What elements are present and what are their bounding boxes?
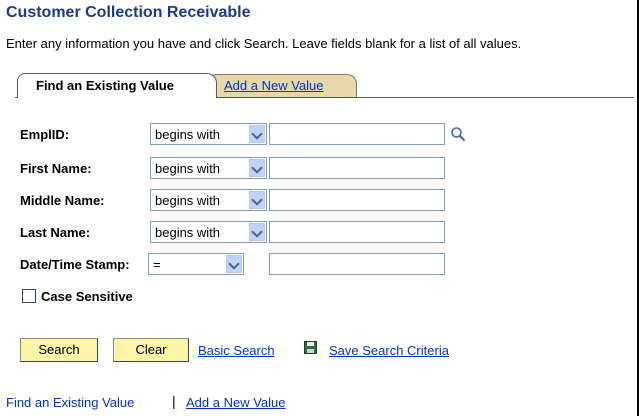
last-name-operator-select[interactable]: begins with bbox=[150, 221, 267, 243]
first-name-label: First Name: bbox=[20, 161, 92, 176]
chevron-down-icon[interactable] bbox=[226, 255, 242, 273]
middle-name-operator-value: begins with bbox=[155, 193, 221, 208]
tab-find-existing-value[interactable]: Find an Existing Value bbox=[17, 73, 217, 98]
emplid-operator-select[interactable]: begins with bbox=[150, 123, 267, 145]
date-time-stamp-input[interactable] bbox=[269, 253, 445, 275]
date-time-stamp-label: Date/Time Stamp: bbox=[20, 257, 130, 272]
clear-button[interactable]: Clear bbox=[113, 338, 189, 362]
case-sensitive-checkbox[interactable] bbox=[22, 289, 36, 303]
chevron-down-icon[interactable] bbox=[249, 223, 265, 241]
middle-name-label: Middle Name: bbox=[20, 193, 105, 208]
basic-search-link[interactable]: Basic Search bbox=[198, 343, 275, 358]
tab-add-new-value[interactable]: Add a New Value bbox=[210, 74, 357, 97]
middle-name-input[interactable] bbox=[269, 189, 445, 211]
footer-add-new-value-link[interactable]: Add a New Value bbox=[186, 395, 286, 410]
instructions-text: Enter any information you have and click… bbox=[6, 36, 522, 51]
middle-name-operator-select[interactable]: begins with bbox=[150, 189, 267, 211]
last-name-row: Last Name: begins with bbox=[20, 221, 620, 245]
save-search-criteria-link[interactable]: Save Search Criteria bbox=[329, 343, 449, 358]
chevron-down-icon[interactable] bbox=[249, 191, 265, 209]
date-time-stamp-operator-value: = bbox=[153, 257, 161, 272]
first-name-operator-value: begins with bbox=[155, 161, 221, 176]
page-title: Customer Collection Receivable bbox=[6, 4, 251, 21]
search-button[interactable]: Search bbox=[20, 338, 98, 362]
last-name-operator-value: begins with bbox=[155, 225, 221, 240]
tab-find-existing-value-label: Find an Existing Value bbox=[36, 78, 174, 93]
chevron-down-icon[interactable] bbox=[249, 125, 265, 143]
footer-separator: | bbox=[172, 393, 176, 409]
chevron-down-icon[interactable] bbox=[249, 159, 265, 177]
emplid-row: EmplID: begins with bbox=[20, 123, 620, 147]
magnifier-icon[interactable] bbox=[450, 126, 466, 142]
first-name-row: First Name: begins with bbox=[20, 157, 620, 181]
date-time-stamp-operator-select[interactable]: = bbox=[148, 253, 244, 275]
first-name-operator-select[interactable]: begins with bbox=[150, 157, 267, 179]
first-name-input[interactable] bbox=[269, 157, 445, 179]
tab-add-new-value-label[interactable]: Add a New Value bbox=[224, 78, 324, 93]
emplid-operator-value: begins with bbox=[155, 127, 221, 142]
emplid-label: EmplID: bbox=[20, 127, 70, 142]
date-time-stamp-row: Date/Time Stamp: = bbox=[20, 253, 620, 277]
emplid-input[interactable] bbox=[269, 123, 445, 145]
case-sensitive-label: Case Sensitive bbox=[41, 289, 133, 304]
last-name-input[interactable] bbox=[269, 221, 445, 243]
footer-find-existing-value-link[interactable]: Find an Existing Value bbox=[6, 395, 134, 410]
last-name-label: Last Name: bbox=[20, 225, 91, 240]
floppy-disk-icon[interactable] bbox=[304, 341, 317, 354]
middle-name-row: Middle Name: begins with bbox=[20, 189, 620, 213]
